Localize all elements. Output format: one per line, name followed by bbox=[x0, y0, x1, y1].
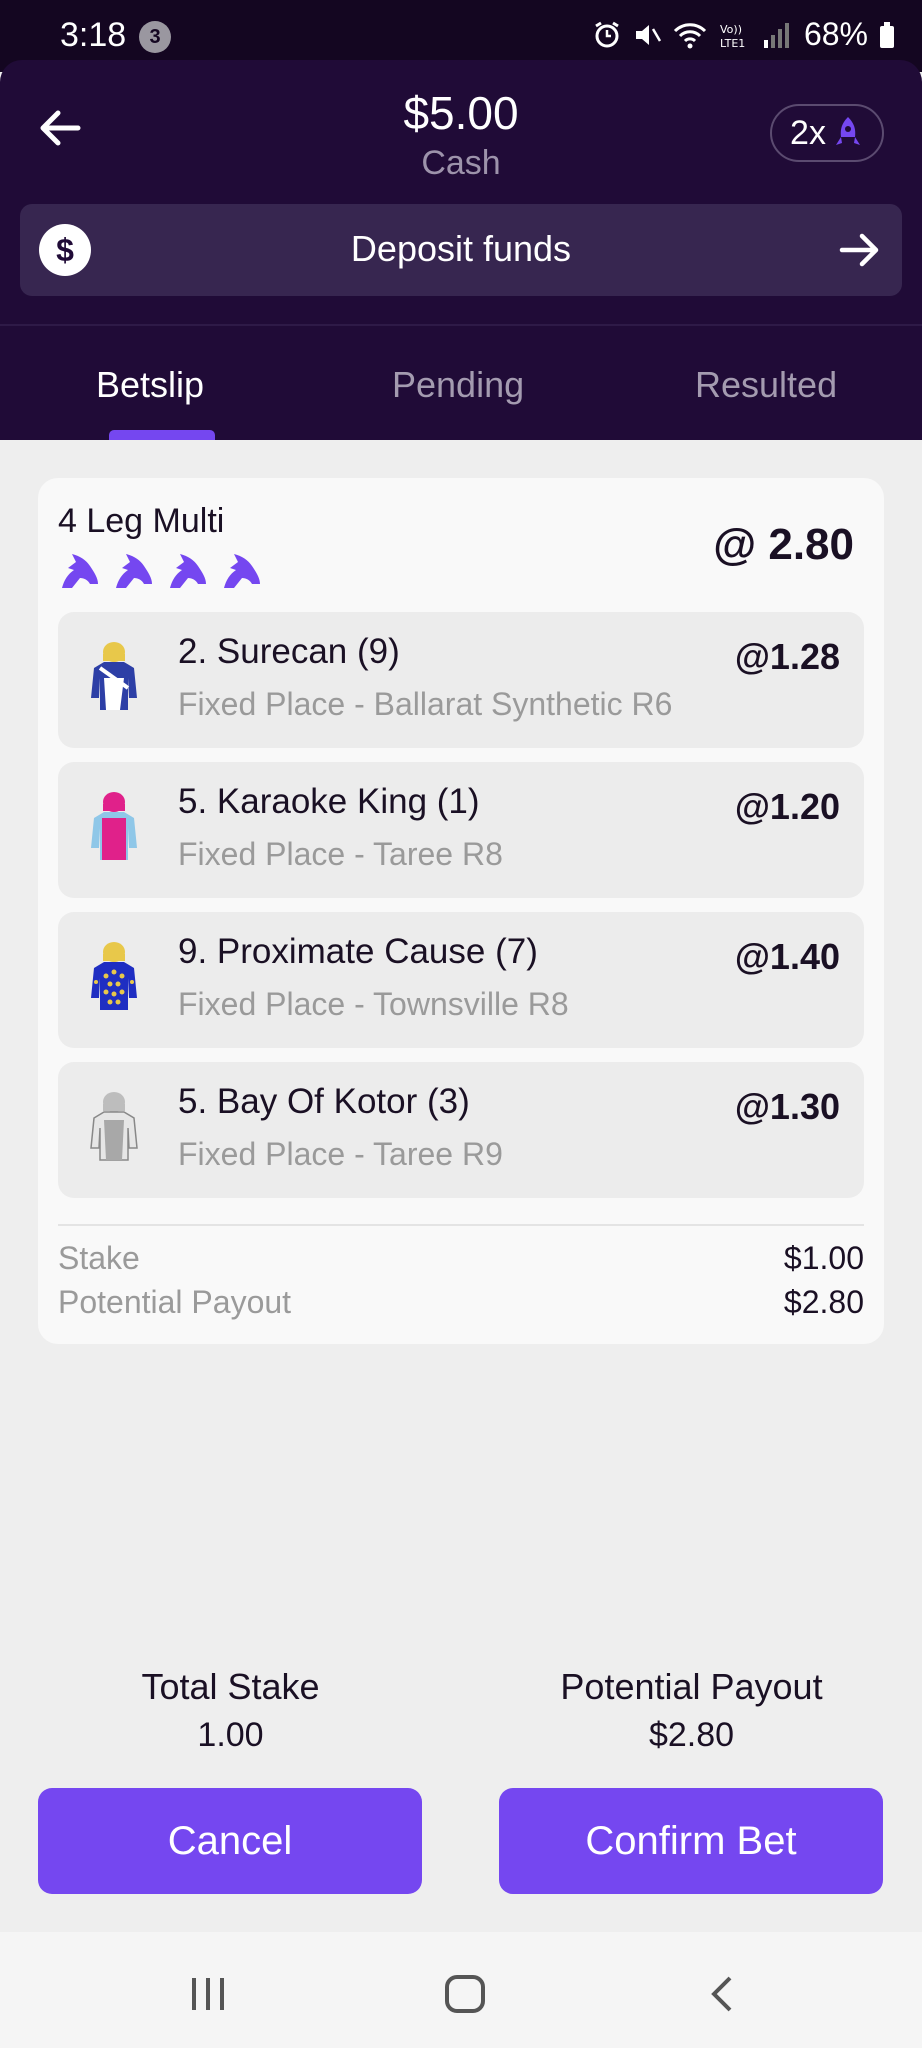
leg-runner-name: 5. Bay Of Kotor (3) bbox=[178, 1082, 470, 1121]
leg-odds: @1.30 bbox=[734, 1086, 840, 1127]
bet-leg[interactable]: 2. Surecan (9) Fixed Place - Ballarat Sy… bbox=[58, 612, 864, 748]
leg-description: Fixed Place - Ballarat Synthetic R6 bbox=[178, 686, 673, 722]
total-stake-label: Total Stake bbox=[141, 1666, 320, 1707]
system-nav-bar bbox=[0, 1932, 922, 2048]
potential-payout-label: Potential Payout bbox=[58, 1284, 292, 1320]
tab-resulted[interactable]: Resulted bbox=[695, 364, 837, 406]
horse-head-icon bbox=[224, 554, 260, 588]
svg-text:LTE1: LTE1 bbox=[720, 37, 745, 50]
volte-lte-icon: Vo))LTE1 bbox=[720, 23, 745, 50]
alarm-icon bbox=[595, 21, 619, 47]
multi-title: 4 Leg Multi bbox=[58, 502, 225, 540]
total-stake-summary: Total Stake 1.00 bbox=[0, 1666, 461, 1755]
status-time: 3:18 bbox=[60, 16, 127, 54]
svg-text:Vo)): Vo)) bbox=[720, 23, 742, 36]
notification-count-badge: 3 bbox=[139, 21, 171, 53]
silk-bay-of-kotor-icon bbox=[90, 1092, 138, 1161]
active-tab-indicator bbox=[109, 430, 215, 440]
horse-head-icon bbox=[116, 554, 152, 588]
recent-apps-icon[interactable] bbox=[188, 1974, 228, 2014]
leg-odds: @1.20 bbox=[734, 786, 840, 827]
horse-head-icon bbox=[62, 554, 98, 588]
wallet-header: $5.00 Cash 2x $ Deposit funds Betslip Pe… bbox=[0, 60, 922, 440]
leg-runner-name: 5. Karaoke King (1) bbox=[178, 782, 480, 821]
leg-description: Fixed Place - Taree R8 bbox=[178, 836, 503, 872]
leg-runner-name: 9. Proximate Cause (7) bbox=[178, 932, 538, 971]
total-stake-value: 1.00 bbox=[197, 1716, 264, 1754]
total-payout-label: Potential Payout bbox=[560, 1666, 823, 1707]
cancel-button[interactable]: Cancel bbox=[38, 1788, 422, 1894]
bet-tabs: Betslip Pending Resulted bbox=[0, 326, 922, 440]
stake-value: $1.00 bbox=[783, 1240, 864, 1276]
boost-label: 2x bbox=[790, 113, 826, 152]
tab-betslip[interactable]: Betslip bbox=[96, 364, 204, 406]
bet-leg[interactable]: 5. Bay Of Kotor (3) Fixed Place - Taree … bbox=[58, 1062, 864, 1198]
multi-odds: @ 2.80 bbox=[713, 520, 854, 569]
bet-leg[interactable]: 9. Proximate Cause (7) Fixed Place - Tow… bbox=[58, 912, 864, 1048]
silk-karaoke-king-icon bbox=[91, 792, 137, 860]
total-payout-value: $2.80 bbox=[648, 1716, 735, 1754]
leg-odds: @1.40 bbox=[734, 936, 840, 977]
battery-percent: 68% bbox=[803, 16, 868, 52]
potential-payout-value: $2.80 bbox=[783, 1284, 864, 1320]
silk-proximate-cause-icon bbox=[91, 942, 137, 1010]
horse-head-icon bbox=[170, 554, 206, 588]
boost-pill-button[interactable]: 2x bbox=[770, 104, 884, 162]
arrow-right-icon bbox=[839, 233, 879, 267]
rocket-icon bbox=[835, 117, 860, 145]
leg-runner-name: 2. Surecan (9) bbox=[178, 632, 400, 671]
card-divider bbox=[58, 1224, 864, 1226]
stake-label: Stake bbox=[58, 1240, 140, 1276]
status-icons: Vo)) LTE1 68% bbox=[592, 16, 896, 53]
confirm-bet-button[interactable]: Confirm Bet bbox=[499, 1788, 883, 1894]
multi-bet-card: 4 Leg Multi @ 2.80 2. Surecan (9) Fixed … bbox=[38, 478, 884, 1344]
total-payout-summary: Potential Payout $2.80 bbox=[461, 1666, 922, 1755]
bet-leg[interactable]: 5. Karaoke King (1) Fixed Place - Taree … bbox=[58, 762, 864, 898]
tab-pending[interactable]: Pending bbox=[392, 364, 524, 406]
silk-surecan-icon bbox=[91, 642, 137, 710]
wifi-icon bbox=[673, 22, 707, 48]
leg-description: Fixed Place - Taree R9 bbox=[178, 1136, 503, 1172]
deposit-funds-label: Deposit funds bbox=[350, 228, 572, 269]
home-icon[interactable] bbox=[444, 1974, 486, 2014]
signal-icon bbox=[763, 22, 789, 48]
deposit-funds-button[interactable]: $ Deposit funds bbox=[20, 204, 902, 296]
leg-description: Fixed Place - Townsville R8 bbox=[178, 986, 569, 1022]
leg-odds: @1.28 bbox=[734, 636, 840, 677]
battery-icon bbox=[880, 21, 894, 48]
mute-icon bbox=[635, 24, 662, 45]
horse-icons bbox=[56, 548, 264, 592]
back-icon[interactable] bbox=[706, 1974, 736, 2014]
